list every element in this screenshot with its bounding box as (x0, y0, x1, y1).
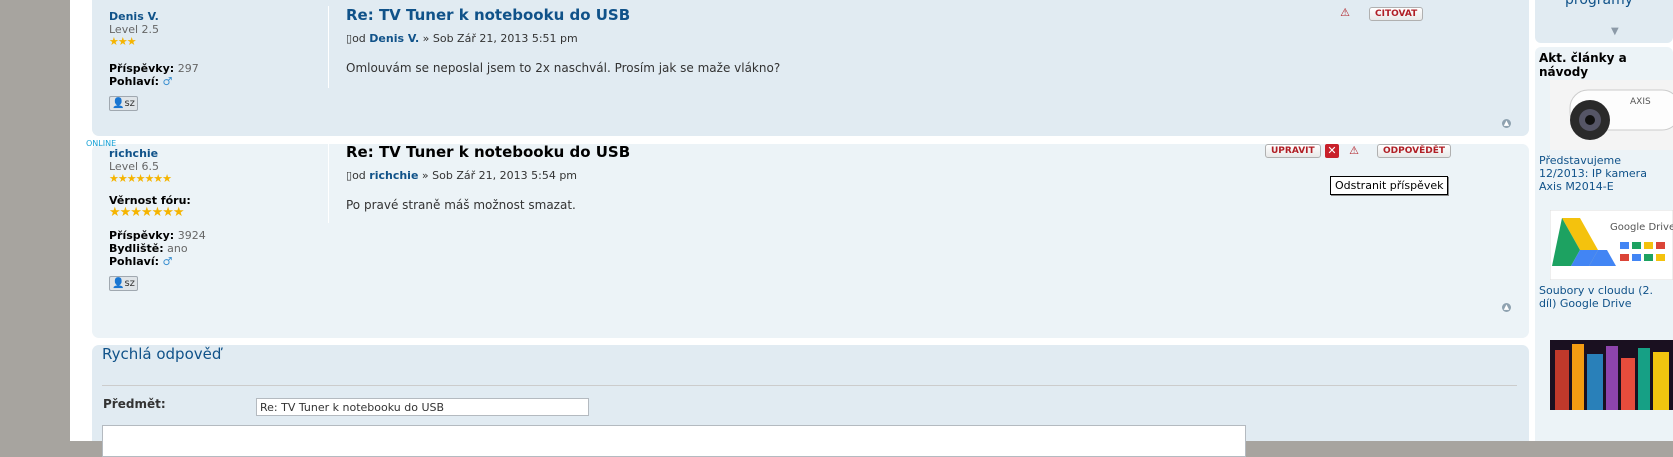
author-name[interactable]: richchie (369, 169, 418, 182)
divider (102, 385, 1517, 386)
report-icon[interactable]: ⚠ (1338, 6, 1352, 20)
report-icon[interactable]: ⚠ (1347, 144, 1361, 158)
rank-stars-icon: ★★★ (109, 35, 137, 48)
posts-count[interactable]: 3924 (178, 229, 206, 242)
post-username[interactable]: richchie (109, 147, 309, 160)
post-body: Re: TV Tuner k notebooku do USB ▯od Deni… (346, 6, 780, 75)
back-to-top-icon[interactable]: ▲ (1502, 303, 1511, 312)
chevron-down-icon[interactable]: ▼ (1611, 26, 1619, 37)
svg-text:AXIS: AXIS (1630, 97, 1651, 107)
post-author: ▯od Denis V. » Sob Zář 21, 2013 5:51 pm (346, 32, 780, 45)
author-prefix: od (352, 32, 366, 45)
quote-button[interactable]: CITOVAT (1369, 7, 1424, 21)
location-value: ano (167, 242, 188, 255)
post-profile: Denis V. Level 2.5 ★★★ Příspěvky: 297 Po… (109, 10, 309, 111)
loyalty-stars-icon: ★★★★★★★ (109, 205, 185, 220)
post-title[interactable]: Re: TV Tuner k notebooku do USB (346, 6, 780, 24)
edit-button[interactable]: UPRAVIT (1265, 144, 1321, 158)
article-link[interactable]: Soubory v cloudu (2. díl) Google Drive (1539, 284, 1673, 310)
article-thumbnail-drive[interactable]: Google Drive (1550, 210, 1673, 280)
sidebar: programy ▼ Akt. články a návody AXIS Pře… (1535, 0, 1673, 441)
post-username[interactable]: Denis V. (109, 10, 309, 23)
post-denis: Denis V. Level 2.5 ★★★ Příspěvky: 297 Po… (92, 0, 1529, 136)
pm-button[interactable]: 👤sz (109, 96, 138, 111)
post-date: » Sob Zář 21, 2013 5:51 pm (422, 32, 578, 45)
post-title[interactable]: Re: TV Tuner k notebooku do USB (346, 143, 630, 161)
sidebar-articles: Akt. články a návody AXIS Představujeme … (1535, 47, 1673, 441)
back-to-top-icon[interactable]: ▲ (1502, 119, 1511, 128)
sidebar-top-box: programy ▼ (1535, 0, 1673, 43)
post-body: Re: TV Tuner k notebooku do USB ▯od rich… (346, 143, 630, 212)
post-richchie: ONLINE richchie Level 6.5 ★★★★★★★ Věrnos… (86, 139, 1529, 338)
reply-button[interactable]: ODPOVĚDĚT (1377, 144, 1451, 158)
posts-label: Příspěvky: (109, 229, 175, 242)
rank-stars-icon: ★★★★★★★ (109, 172, 172, 185)
delete-tooltip: Odstranit příspěvek (1330, 176, 1449, 195)
male-icon: ♂ (162, 75, 173, 88)
quick-reply-panel: Rychlá odpověď Předmět: (92, 345, 1529, 457)
author-prefix: od (352, 169, 366, 182)
post-text: Omlouvám se neposlal jsem to 2x naschvál… (346, 61, 781, 75)
delete-icon[interactable]: ✕ (1325, 144, 1339, 158)
subject-label: Předmět: (103, 397, 166, 411)
pm-button[interactable]: 👤sz (109, 276, 138, 291)
post-profile: richchie Level 6.5 ★★★★★★★ Věrnost fóru:… (109, 147, 309, 291)
sidebar-top-link[interactable]: programy (1565, 0, 1633, 8)
pm-label: sz (124, 98, 135, 109)
quick-reply-heading: Rychlá odpověď (102, 345, 222, 363)
subject-input[interactable] (256, 398, 589, 416)
author-name[interactable]: Denis V. (369, 32, 419, 45)
article-thumbnail-city[interactable] (1550, 340, 1673, 410)
male-icon: ♂ (162, 255, 173, 268)
post-author: ▯od richchie » Sob Zář 21, 2013 5:54 pm (346, 169, 630, 182)
post-rank: Level 2.5 (109, 23, 160, 36)
gender-label: Pohlaví: (109, 255, 159, 268)
page: Denis V. Level 2.5 ★★★ Příspěvky: 297 Po… (70, 0, 1673, 457)
post-divider (328, 144, 329, 223)
message-textarea[interactable] (102, 425, 1246, 457)
location-label: Bydliště: (109, 242, 164, 255)
pm-label: sz (124, 278, 135, 289)
article-link[interactable]: Představujeme 12/2013: IP kamera Axis M2… (1539, 154, 1673, 193)
post-text: Po pravé straně máš možnost smazat. (346, 198, 576, 212)
article-thumbnail-camera[interactable]: AXIS (1550, 80, 1673, 150)
post-date: » Sob Zář 21, 2013 5:54 pm (421, 169, 578, 182)
posts-label: Příspěvky: (109, 62, 175, 75)
posts-count[interactable]: 297 (178, 62, 199, 75)
post-divider (328, 6, 329, 88)
svg-text:Google Drive: Google Drive (1610, 222, 1673, 233)
sidebar-heading: Akt. články a návody (1539, 51, 1627, 79)
gender-label: Pohlaví: (109, 75, 159, 88)
